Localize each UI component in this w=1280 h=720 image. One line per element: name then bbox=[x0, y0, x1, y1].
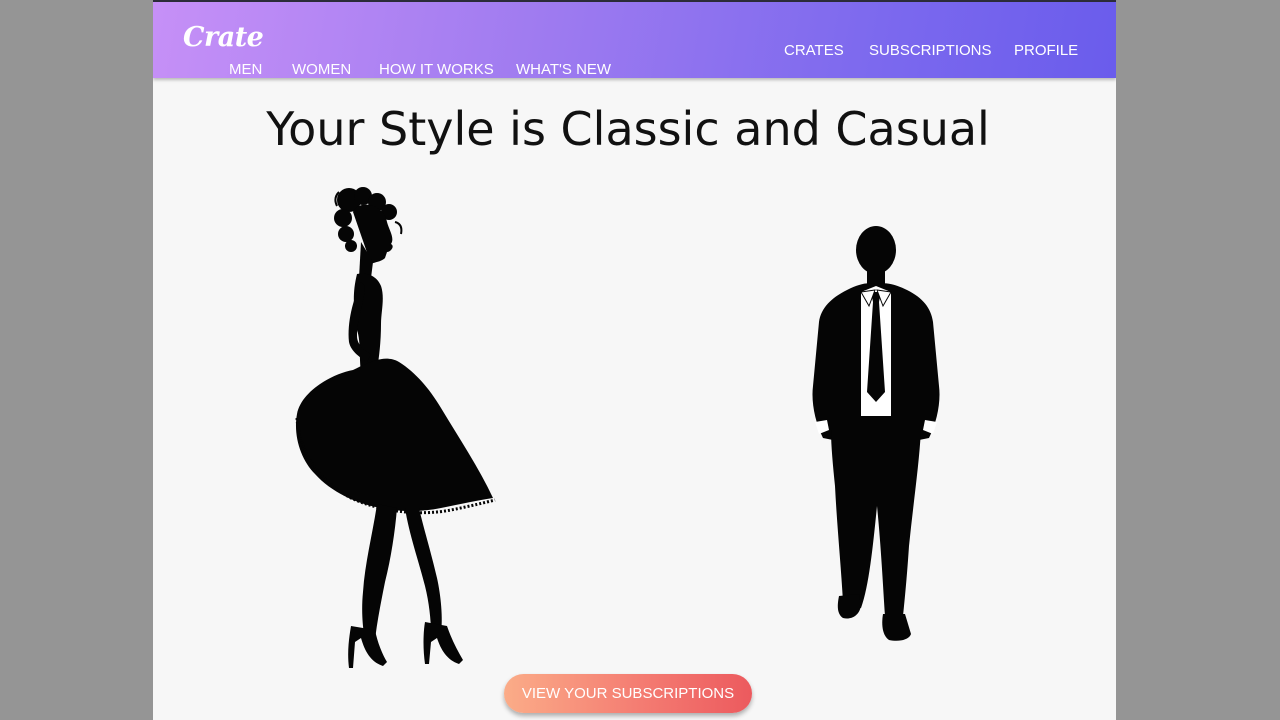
top-navbar: Crate MEN WOMEN HOW IT WORKS WHAT'S NEW … bbox=[153, 2, 1116, 78]
nav-link-crates[interactable]: CRATES bbox=[784, 42, 844, 59]
nav-link-men[interactable]: MEN bbox=[229, 61, 262, 78]
brand-logo[interactable]: Crate bbox=[183, 22, 264, 53]
app-window: Crate MEN WOMEN HOW IT WORKS WHAT'S NEW … bbox=[153, 0, 1116, 720]
nav-link-profile[interactable]: PROFILE bbox=[1014, 42, 1078, 59]
nav-link-whats-new[interactable]: WHAT'S NEW bbox=[516, 61, 611, 78]
nav-link-women[interactable]: WOMEN bbox=[292, 61, 351, 78]
view-subscriptions-button[interactable]: VIEW YOUR SUBSCRIPTIONS bbox=[504, 674, 752, 713]
nav-link-subscriptions[interactable]: SUBSCRIPTIONS bbox=[869, 42, 992, 59]
woman-silhouette-icon bbox=[295, 187, 496, 668]
man-silhouette-icon bbox=[812, 226, 940, 641]
page-title: Your Style is Classic and Casual bbox=[266, 102, 990, 156]
nav-link-how-it-works[interactable]: HOW IT WORKS bbox=[379, 61, 494, 78]
